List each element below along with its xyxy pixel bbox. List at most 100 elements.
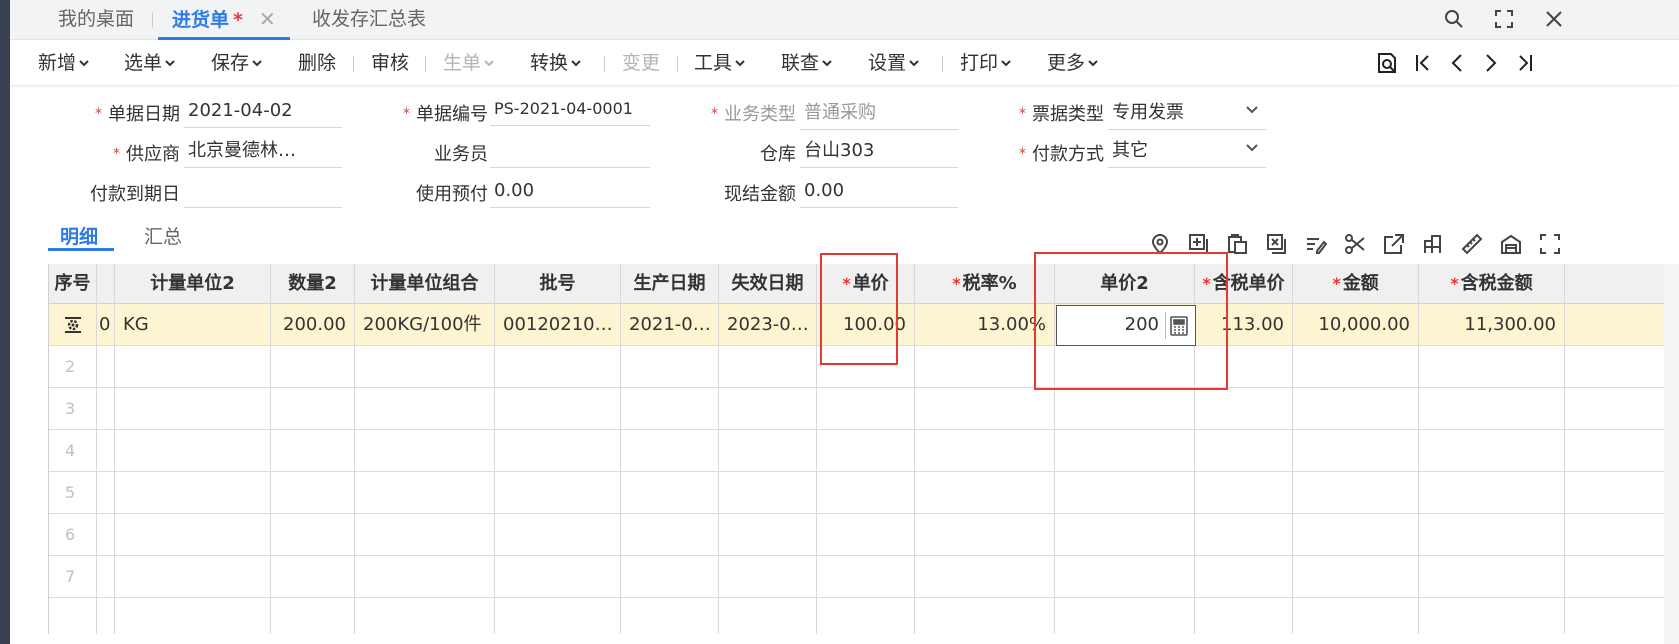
- tab-purchase-receipt[interactable]: 进货单 * ✕: [158, 0, 290, 40]
- grid-cell[interactable]: 00120210…: [495, 304, 620, 346]
- audit-button[interactable]: 审核: [371, 50, 409, 76]
- grid-cell[interactable]: 100.00: [817, 304, 914, 346]
- supplier-field[interactable]: 北京曼德林…: [184, 136, 342, 168]
- required-marker: *: [1332, 274, 1341, 293]
- price2-editor-input[interactable]: 200: [1056, 305, 1196, 346]
- tab-label: 进货单: [172, 9, 230, 31]
- delete-button[interactable]: 删除: [298, 50, 336, 76]
- layout-icon[interactable]: [1419, 230, 1447, 258]
- table-row[interactable]: [97, 388, 1679, 430]
- table-row[interactable]: [97, 472, 1679, 514]
- field-value: 0.00: [804, 180, 845, 201]
- change-button[interactable]: 变更: [622, 50, 660, 76]
- salesman-field[interactable]: [490, 136, 650, 168]
- tab-inventory-summary[interactable]: 收发存汇总表: [312, 0, 426, 40]
- prepayment-field[interactable]: 0.00: [490, 176, 650, 208]
- grid-cell[interactable]: 200.00: [271, 304, 354, 346]
- grid-cell[interactable]: 13.00%: [915, 304, 1054, 346]
- grid-cell[interactable]: 0: [97, 304, 114, 346]
- view-document-icon[interactable]: [1372, 48, 1402, 78]
- more-button[interactable]: 更多: [1047, 50, 1098, 76]
- chevron-down-icon: [1001, 60, 1011, 67]
- calculator-icon[interactable]: [1165, 312, 1191, 339]
- button-label: 生单: [443, 52, 482, 74]
- paste-row-icon[interactable]: [1224, 230, 1252, 258]
- label-text: 付款方式: [1032, 144, 1104, 165]
- tools-button[interactable]: 工具: [694, 50, 745, 76]
- grid-cell[interactable]: 2021-0…: [621, 304, 718, 346]
- tab-summary[interactable]: 汇总: [144, 222, 182, 252]
- chevron-down-icon: [822, 60, 832, 67]
- generate-doc-button[interactable]: 生单: [443, 50, 494, 76]
- invoice-type-select[interactable]: 专用发票: [1108, 98, 1266, 130]
- previous-record-icon[interactable]: [1442, 48, 1472, 78]
- toolbar-separator: [942, 56, 943, 72]
- grid-cell[interactable]: 2023-0…: [719, 304, 816, 346]
- first-record-icon[interactable]: [1408, 48, 1438, 78]
- select-doc-button[interactable]: 选单: [124, 50, 175, 76]
- button-label: 工具: [694, 52, 733, 74]
- batch-edit-icon[interactable]: [1302, 230, 1330, 258]
- split-icon[interactable]: [1341, 230, 1369, 258]
- row-settings-icon[interactable]: [49, 304, 96, 346]
- linked-query-button[interactable]: 联查: [781, 50, 832, 76]
- button-label: 变更: [622, 52, 661, 74]
- settings-button[interactable]: 设置: [868, 50, 919, 76]
- column-header: 失效日期: [719, 264, 816, 304]
- doc-number-field[interactable]: PS-2021-04-0001: [490, 94, 650, 126]
- chevron-down-icon: [1088, 60, 1098, 67]
- required-marker: *: [1019, 146, 1026, 162]
- search-icon[interactable]: [1436, 4, 1472, 34]
- cash-settled-field[interactable]: 0.00: [800, 176, 958, 208]
- fullscreen-icon[interactable]: [1486, 4, 1522, 34]
- close-tab-icon[interactable]: ✕: [259, 7, 276, 31]
- expand-grid-icon[interactable]: [1536, 230, 1564, 258]
- add-row-icon[interactable]: [1185, 230, 1213, 258]
- grid-cell[interactable]: 10,000.00: [1293, 304, 1418, 346]
- export-icon[interactable]: [1380, 230, 1408, 258]
- grid-cell[interactable]: KG: [115, 304, 270, 346]
- warehouse-field[interactable]: 台山303: [800, 136, 958, 168]
- doc-number-label: * 单据编号: [368, 100, 488, 126]
- ruler-icon[interactable]: [1458, 230, 1486, 258]
- table-row[interactable]: [97, 430, 1679, 472]
- table-row[interactable]: [97, 514, 1679, 556]
- table-row[interactable]: [97, 346, 1679, 388]
- column-header: 序号: [49, 264, 96, 304]
- doc-date-field[interactable]: 2021-04-02: [184, 96, 342, 128]
- location-icon[interactable]: [1146, 230, 1174, 258]
- vertical-scrollbar[interactable]: [1664, 264, 1679, 644]
- last-record-icon[interactable]: [1510, 48, 1540, 78]
- save-button[interactable]: 保存: [211, 50, 262, 76]
- field-value: 北京曼德林…: [188, 140, 296, 161]
- table-row[interactable]: [97, 556, 1679, 598]
- field-value: 台山303: [804, 140, 875, 161]
- label-text: 业务类型: [724, 104, 796, 125]
- delete-row-icon[interactable]: [1263, 230, 1291, 258]
- new-button[interactable]: 新增: [38, 50, 89, 76]
- label-text: 票据类型: [1032, 104, 1104, 125]
- column-header: [97, 264, 114, 304]
- close-window-icon[interactable]: [1536, 4, 1572, 34]
- payment-method-select[interactable]: 其它: [1108, 136, 1266, 168]
- label-text: 供应商: [126, 144, 180, 165]
- business-type-field[interactable]: 普通采购: [800, 98, 958, 130]
- convert-button[interactable]: 转换: [530, 50, 581, 76]
- grid-cell[interactable]: 11,300.00: [1419, 304, 1564, 346]
- grid-cell[interactable]: 113.00: [1195, 304, 1292, 346]
- field-value: PS-2021-04-0001: [494, 99, 633, 118]
- next-record-icon[interactable]: [1476, 48, 1506, 78]
- row-number: 7: [49, 556, 96, 598]
- field-value: 其它: [1112, 140, 1148, 161]
- print-button[interactable]: 打印: [960, 50, 1011, 76]
- business-type-label: * 业务类型: [676, 100, 796, 126]
- grid-cell[interactable]: 200KG/100件: [355, 304, 494, 346]
- field-value: 0.00: [494, 180, 535, 201]
- required-marker: *: [1202, 274, 1211, 293]
- warehouse-icon[interactable]: [1497, 230, 1525, 258]
- row-number: 4: [49, 430, 96, 472]
- column-header: 生产日期: [621, 264, 718, 304]
- column-header: * 含税金额: [1419, 264, 1564, 304]
- tab-my-desktop[interactable]: 我的桌面: [58, 0, 134, 40]
- payment-due-field[interactable]: [184, 176, 342, 208]
